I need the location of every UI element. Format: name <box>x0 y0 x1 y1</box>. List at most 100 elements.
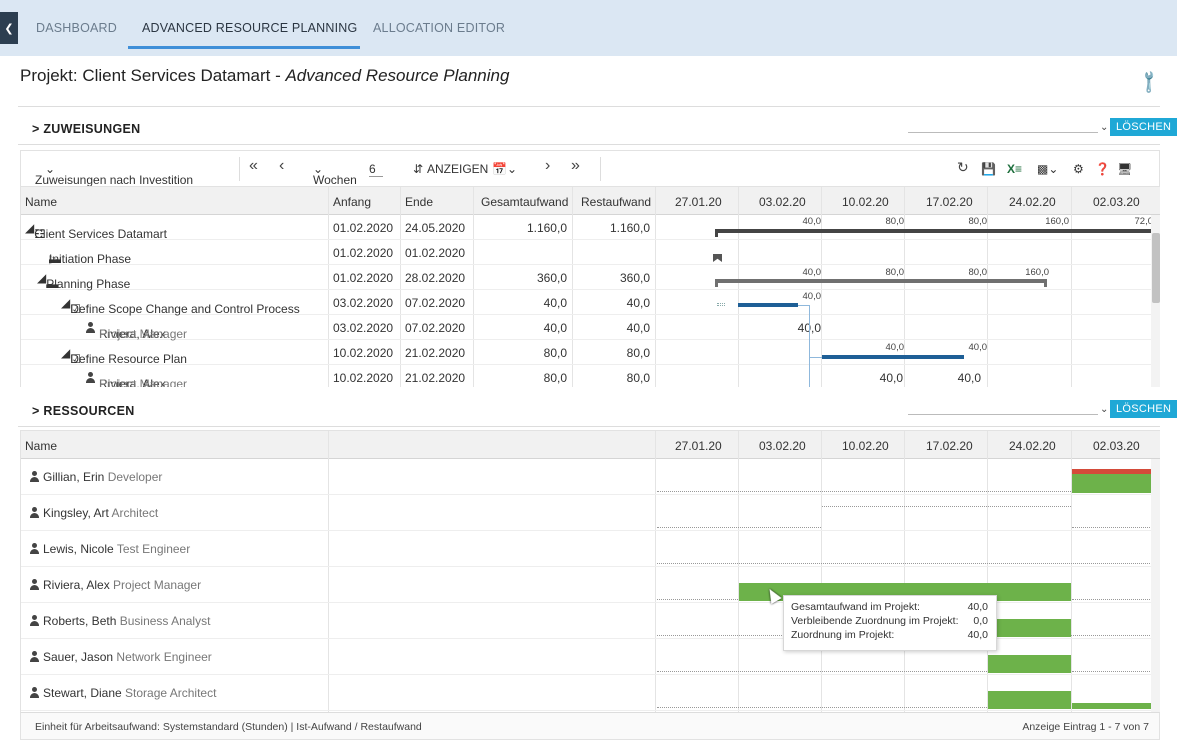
assignments-delete-button[interactable]: LÖSCHEN <box>1110 118 1177 136</box>
period-count-input[interactable]: 6 <box>369 162 383 177</box>
monitor-icon[interactable]: 🖥 <box>1117 162 1132 176</box>
resources-section-toggle[interactable]: > RESSOURCEN <box>32 404 135 418</box>
gantt-cell-value[interactable]: 40,0 <box>941 371 981 385</box>
row-remaining: 40,0 <box>626 296 650 310</box>
task-bar-scope[interactable] <box>738 303 798 307</box>
assignment-resource[interactable]: Riviera, Alex Project Manager <box>85 371 187 387</box>
stepper-icon[interactable]: ⇵ <box>413 162 423 176</box>
row-remaining: 80,0 <box>626 371 650 385</box>
allocation-bar[interactable] <box>988 691 1071 709</box>
gear-icon[interactable]: ⚙ <box>1073 162 1084 176</box>
week-header: 10.02.20 <box>842 439 889 453</box>
refresh-icon[interactable]: ↻ <box>957 159 969 176</box>
week-header: 17.02.20 <box>926 195 973 209</box>
row-name: Initiation Phase <box>49 252 132 266</box>
gantt-label: 40,0 <box>802 216 822 227</box>
active-tab-indicator <box>128 46 360 49</box>
person-icon <box>29 507 40 518</box>
row-start: 10.02.2020 <box>333 371 394 385</box>
row-remaining: 1.160,0 <box>609 221 650 235</box>
top-tab-bar: ❮ DASHBOARD ADVANCED RESOURCE PLANNING A… <box>0 0 1177 56</box>
table-row[interactable]: Riviera, Alex Project Manager 10.02.2020… <box>21 365 1160 387</box>
table-row[interactable]: ◢ ▬ Planning Phase 01.02.2020 28.02.2020… <box>21 265 1160 291</box>
tab-allocation-editor[interactable]: ALLOCATION EDITOR <box>373 21 505 35</box>
gantt-cell-value[interactable]: 40,0 <box>781 321 821 335</box>
next-icon[interactable]: › <box>545 157 550 175</box>
allocation-bar[interactable] <box>988 619 1071 637</box>
calendar-icon[interactable]: 📅⌄ <box>492 162 517 176</box>
chart-options-icon[interactable]: ▩⌄ <box>1037 162 1058 176</box>
last-page-icon[interactable]: » <box>571 157 580 175</box>
assignments-scrollbar[interactable] <box>1151 215 1160 387</box>
page-title: Projekt: Client Services Datamart - Adva… <box>20 66 509 86</box>
assignments-section-label: ZUWEISUNGEN <box>43 122 141 136</box>
tree-node-task[interactable]: ◢ ☑ Define Scope Change and Control Proc… <box>61 296 300 316</box>
row-start: 10.02.2020 <box>333 346 394 360</box>
allocation-bar[interactable] <box>1072 474 1152 493</box>
view-select[interactable]: Zuweisungen nach Investition ⌄ <box>35 162 193 187</box>
project-summary-bar[interactable] <box>715 229 1160 233</box>
table-row[interactable]: ◢ ☷ Client Services Datamart 01.02.2020 … <box>21 215 1160 241</box>
resources-scrollbar[interactable] <box>1151 459 1160 712</box>
row-name: Client Services Datamart <box>34 227 167 241</box>
resource-row[interactable]: Gillian, Erin Developer <box>21 459 1160 495</box>
row-remaining: 40,0 <box>626 321 650 335</box>
column-header-remaining-effort[interactable]: Restaufwand <box>581 195 651 209</box>
resources-grid-header: Name 27.01.20 03.02.20 10.02.20 17.02.20… <box>21 431 1160 459</box>
tab-dashboard[interactable]: DASHBOARD <box>36 21 117 35</box>
tree-node-task[interactable]: ◢ ☑ Define Resource Plan <box>61 346 187 366</box>
resources-filter-select[interactable] <box>908 414 1098 415</box>
week-header: 02.03.20 <box>1093 439 1140 453</box>
assignments-section-toggle[interactable]: > ZUWEISUNGEN <box>32 122 140 136</box>
previous-icon[interactable]: ‹ <box>279 157 284 175</box>
wrench-icon[interactable]: 🔧 <box>1135 68 1163 96</box>
excel-export-icon[interactable]: X≡ <box>1007 162 1022 176</box>
week-header: 24.02.20 <box>1009 195 1056 209</box>
gantt-label: 80,0 <box>885 216 905 227</box>
row-start: 01.02.2020 <box>333 221 394 235</box>
resources-delete-button[interactable]: LÖSCHEN <box>1110 400 1177 418</box>
column-header-start[interactable]: Anfang <box>333 195 371 209</box>
person-icon <box>29 471 40 482</box>
resource-name: Roberts, Beth <box>43 614 117 628</box>
table-row[interactable]: ◢ ☑ Define Resource Plan 10.02.2020 21.0… <box>21 340 1160 366</box>
row-start: 01.02.2020 <box>333 246 394 260</box>
column-header-name[interactable]: Name <box>25 439 57 453</box>
allocation-bar[interactable] <box>1072 703 1152 709</box>
tab-advanced-resource-planning[interactable]: ADVANCED RESOURCE PLANNING <box>142 21 357 35</box>
planning-phase-bar[interactable] <box>715 279 1047 283</box>
assignments-grid-header: Name Anfang Ende Gesamtaufwand Restaufwa… <box>21 187 1160 215</box>
column-header-end[interactable]: Ende <box>405 195 433 209</box>
column-header-total-effort[interactable]: Gesamtaufwand <box>481 195 568 209</box>
resource-role: Developer <box>107 470 163 484</box>
row-total: 80,0 <box>543 346 567 360</box>
unit-select[interactable]: Wochen ⌄ <box>313 162 357 187</box>
chevron-down-icon[interactable]: ⌄ <box>1100 122 1108 133</box>
column-header-name[interactable]: Name <box>25 195 57 209</box>
table-row[interactable]: Riviera, Alex Project Manager 03.02.2020… <box>21 315 1160 341</box>
table-row[interactable]: ◢ ☑ Define Scope Change and Control Proc… <box>21 290 1160 316</box>
person-icon <box>29 543 40 554</box>
assignments-filter-select[interactable] <box>908 132 1098 133</box>
footer-record-count: Anzeige Eintrag 1 - 7 von 7 <box>1022 721 1149 733</box>
tree-node-phase[interactable]: ◢ ▬ Planning Phase <box>37 271 130 291</box>
help-icon[interactable]: ❓ <box>1095 162 1110 176</box>
resource-row[interactable]: Kingsley, Art Architect <box>21 495 1160 531</box>
gantt-cell-value[interactable]: 40,0 <box>863 371 903 385</box>
chevron-down-icon[interactable]: ⌄ <box>1100 404 1108 415</box>
task-bar-resource-plan[interactable] <box>822 355 964 359</box>
save-icon[interactable]: 💾 <box>981 162 996 176</box>
tree-node-project[interactable]: ◢ ☷ Client Services Datamart <box>25 221 167 241</box>
assignment-resource[interactable]: Riviera, Alex Project Manager <box>85 321 187 341</box>
person-icon <box>29 687 40 698</box>
resource-row[interactable]: Lewis, Nicole Test Engineer <box>21 531 1160 567</box>
assignments-toolbar: Zuweisungen nach Investition ⌄ « ‹ Woche… <box>20 150 1160 187</box>
allocation-bar[interactable] <box>988 655 1071 673</box>
collapse-sidebar-button[interactable]: ❮ <box>0 12 18 44</box>
first-page-icon[interactable]: « <box>249 157 258 175</box>
week-header: 27.01.20 <box>675 195 722 209</box>
row-total: 40,0 <box>543 296 567 310</box>
table-row[interactable]: ▷ ▬ Initiation Phase 01.02.2020 01.02.20… <box>21 240 1160 266</box>
show-button[interactable]: ANZEIGEN <box>427 162 488 176</box>
tooltip-value: 40,0 <box>967 629 988 641</box>
